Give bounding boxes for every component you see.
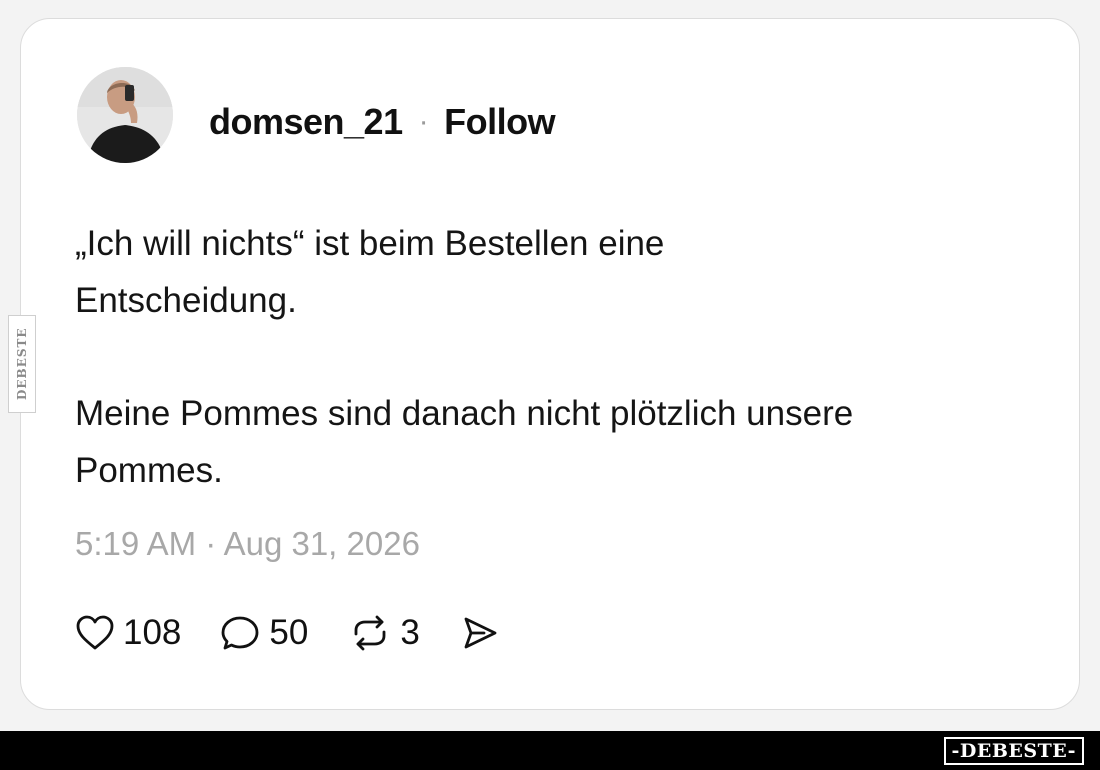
- post-text: „Ich will nichts“ ist beim Bestellen ein…: [75, 215, 1035, 499]
- post-header: domsen_21 · Follow: [209, 101, 556, 143]
- post-paragraph-2: Meine Pommes sind danach nicht plötzlich…: [75, 385, 1035, 499]
- follow-button[interactable]: Follow: [444, 101, 555, 143]
- avatar-image: [77, 67, 173, 163]
- post-line: Meine Pommes sind danach nicht plötzlich…: [75, 394, 854, 433]
- heart-icon: [76, 615, 114, 650]
- reply-button[interactable]: 50: [221, 613, 308, 653]
- share-button[interactable]: [460, 614, 500, 652]
- avatar[interactable]: [77, 67, 173, 163]
- footer-logo: -DEBESTE-: [943, 737, 1084, 765]
- username[interactable]: domsen_21: [209, 101, 403, 143]
- repost-count: 3: [400, 613, 420, 652]
- comment-icon: [222, 616, 259, 650]
- post-line: „Ich will nichts“ ist beim Bestellen ein…: [75, 224, 665, 263]
- post-line: Entscheidung.: [75, 281, 297, 320]
- side-watermark: DEBESTE: [8, 315, 36, 413]
- footer-bar: -DEBESTE-: [0, 731, 1100, 770]
- action-bar: 108 50 3: [75, 613, 540, 653]
- post-timestamp[interactable]: 5:19 AM · Aug 31, 2026: [75, 525, 420, 563]
- post-line: Pommes.: [75, 451, 223, 490]
- repost-icon: [354, 615, 386, 651]
- post-card: domsen_21 · Follow „Ich will nichts“ ist…: [20, 18, 1080, 710]
- send-icon: [464, 617, 497, 649]
- post-paragraph-1: „Ich will nichts“ ist beim Bestellen ein…: [75, 215, 1035, 329]
- repost-button[interactable]: 3: [348, 613, 420, 653]
- reply-count: 50: [269, 613, 309, 652]
- header-separator: ·: [418, 105, 429, 138]
- like-button[interactable]: 108: [75, 613, 181, 653]
- like-count: 108: [123, 613, 182, 652]
